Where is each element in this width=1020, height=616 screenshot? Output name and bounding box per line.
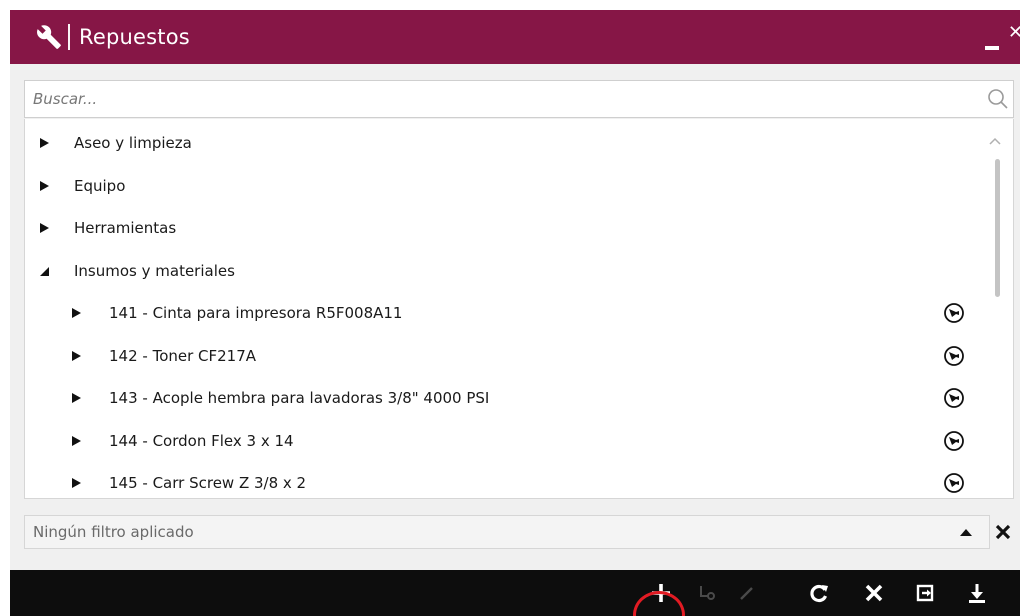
delete-button[interactable] (860, 579, 888, 607)
spare-part-row[interactable]: 144 - Cordon Flex 3 x 14 (25, 424, 985, 458)
refresh-button[interactable] (805, 579, 833, 607)
filter-bar[interactable]: Ningún filtro aplicado (24, 515, 990, 549)
category-label: Herramientas (74, 219, 177, 237)
clear-filter-icon[interactable] (992, 521, 1014, 543)
wrench-icon (34, 22, 64, 52)
expand-triangle-icon[interactable] (69, 349, 83, 363)
category-label: Insumos y materiales (74, 261, 235, 280)
category-row[interactable]: Equipo (25, 169, 985, 203)
bottom-toolbar (10, 570, 1020, 616)
close-window-button[interactable]: ✕ (1008, 22, 1020, 43)
spare-part-row[interactable]: 141 - Cinta para impresora R5F008A11 (25, 296, 985, 330)
download-button[interactable] (963, 579, 991, 607)
caret-up-icon[interactable] (959, 527, 973, 537)
spare-part-row[interactable]: 143 - Acople hembra para lavadoras 3/8" … (25, 381, 985, 415)
scroll-up-icon[interactable] (987, 135, 1003, 147)
spare-parts-tree[interactable]: Aseo y limpieza Equipo Herramientas Insumos… (24, 119, 1014, 499)
category-row[interactable]: Herramientas (25, 211, 985, 245)
export-button[interactable] (911, 579, 939, 607)
category-row[interactable]: Aseo y limpieza (25, 126, 985, 160)
assign-part-icon[interactable] (943, 387, 965, 409)
expand-triangle-icon[interactable] (69, 434, 83, 448)
minimize-button[interactable] (985, 46, 999, 50)
assign-part-icon[interactable] (943, 302, 965, 324)
category-label: Aseo y limpieza (74, 134, 192, 152)
category-row[interactable]: Insumos y materiales (25, 254, 985, 288)
spare-part-label: 142 - Toner CF217A (109, 346, 257, 365)
expand-triangle-icon[interactable] (69, 306, 83, 320)
expand-triangle-icon[interactable] (37, 221, 51, 235)
expand-triangle-icon[interactable] (69, 391, 83, 405)
scrollbar-thumb[interactable] (995, 159, 1000, 297)
category-label: Equipo (74, 176, 126, 195)
search-icon[interactable] (985, 86, 1011, 112)
expand-triangle-icon[interactable] (37, 136, 51, 150)
assign-part-icon[interactable] (943, 345, 965, 367)
title-bar: Repuestos ✕ (10, 10, 1020, 64)
spare-part-label: 145 - Carr Screw Z 3/8 x 2 (109, 474, 307, 492)
assign-part-icon[interactable] (943, 472, 965, 494)
spare-part-label: 144 - Cordon Flex 3 x 14 (109, 431, 294, 450)
search-box (24, 80, 1014, 118)
expand-triangle-icon[interactable] (37, 179, 51, 193)
window-title: Repuestos (79, 25, 190, 49)
spare-part-row[interactable]: 142 - Toner CF217A (25, 339, 985, 373)
expand-triangle-icon[interactable] (69, 476, 83, 490)
spare-part-row[interactable]: 145 - Carr Screw Z 3/8 x 2 (25, 466, 985, 498)
title-separator (68, 24, 70, 50)
spare-part-label: 143 - Acople hembra para lavadoras 3/8" … (109, 389, 490, 407)
filter-status: Ningún filtro aplicado (33, 523, 194, 541)
edit-button[interactable] (733, 579, 761, 607)
link-branch-button[interactable] (693, 579, 721, 607)
spare-part-label: 141 - Cinta para impresora R5F008A11 (109, 304, 403, 322)
collapse-triangle-icon[interactable] (37, 264, 51, 278)
search-input[interactable] (25, 81, 985, 117)
assign-part-icon[interactable] (943, 430, 965, 452)
